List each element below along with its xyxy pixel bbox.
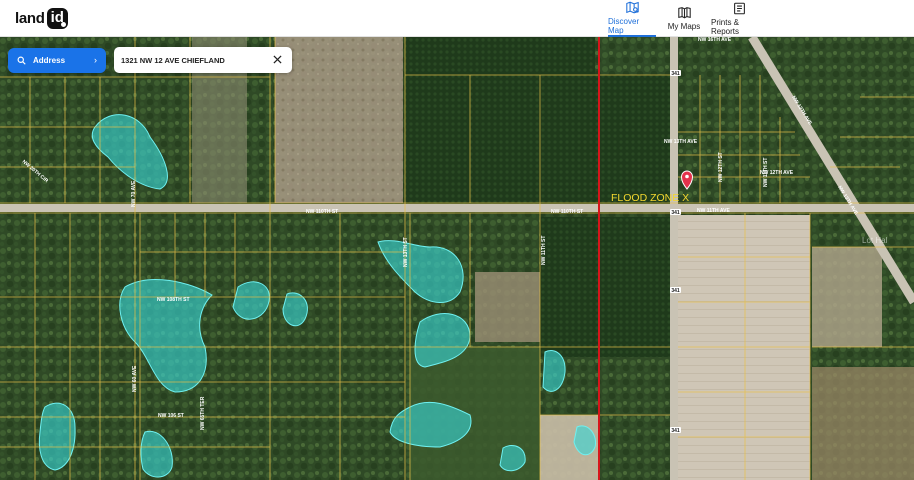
nav-my-maps[interactable]: My Maps [667, 0, 701, 37]
top-bar: land id Discover Map My Maps Prints & Re… [0, 0, 914, 37]
book-icon [677, 7, 691, 19]
map-canvas[interactable]: 341 341 341 341 NW 110TH ST NW 110TH ST … [0, 37, 914, 480]
route-shield-label: 341 [671, 428, 680, 434]
flood-zone-label: FLOOD ZONE X [611, 192, 689, 204]
map-watermark: Lot Hal [862, 236, 888, 245]
nav-prints-reports[interactable]: Prints & Reports [711, 0, 768, 37]
street-label: NW 11TH ST [541, 236, 547, 265]
street-label: NW 65TH TER [200, 396, 206, 430]
logo-word: land [15, 9, 45, 27]
address-search-input[interactable]: 1321 NW 12 AVE CHIEFLAND [114, 47, 292, 73]
street-label: NW 13TH ST [403, 237, 409, 267]
logo-badge: id [46, 7, 68, 29]
close-icon[interactable] [270, 52, 285, 67]
route-shield-label: 341 [671, 210, 680, 216]
nav-label-prints: Prints & Reports [711, 17, 740, 36]
street-label: NW 13TH AVE [664, 139, 698, 145]
nav-discover-map[interactable]: Discover Map [608, 0, 656, 37]
route-shield-label: 341 [671, 288, 680, 294]
street-label: NW 12TH ST [718, 152, 724, 182]
street-label: NW 106 ST [158, 413, 184, 419]
street-label: NW 16TH AVE [698, 37, 732, 43]
street-label: NW 60 AVE [132, 365, 138, 392]
route-shield-label: 341 [671, 71, 680, 77]
address-mode-button[interactable]: Address › [8, 48, 106, 73]
street-label: NW 110TH ST [551, 209, 583, 215]
address-mode-label: Address [33, 56, 66, 65]
street-label: NW 11TH AVE [697, 208, 730, 214]
report-icon [734, 2, 745, 14]
search-icon [17, 56, 26, 65]
nav-label-discover: Discover Map [608, 16, 640, 35]
nav-label-my-maps: My Maps [667, 22, 701, 31]
landid-logo[interactable]: land id [15, 6, 68, 30]
address-search-value: 1321 NW 12 AVE CHIEFLAND [121, 55, 225, 65]
street-label: NW 110TH ST [306, 209, 338, 215]
street-label: NW 70 AVE [131, 180, 137, 207]
street-label: NW 108TH ST [157, 297, 190, 303]
map-search-icon [625, 1, 639, 13]
chevron-right-icon: › [94, 55, 97, 65]
street-label: NW 11TH ST [763, 158, 769, 187]
satellite-map[interactable]: 341 341 341 341 NW 110TH ST NW 110TH ST … [0, 37, 914, 480]
